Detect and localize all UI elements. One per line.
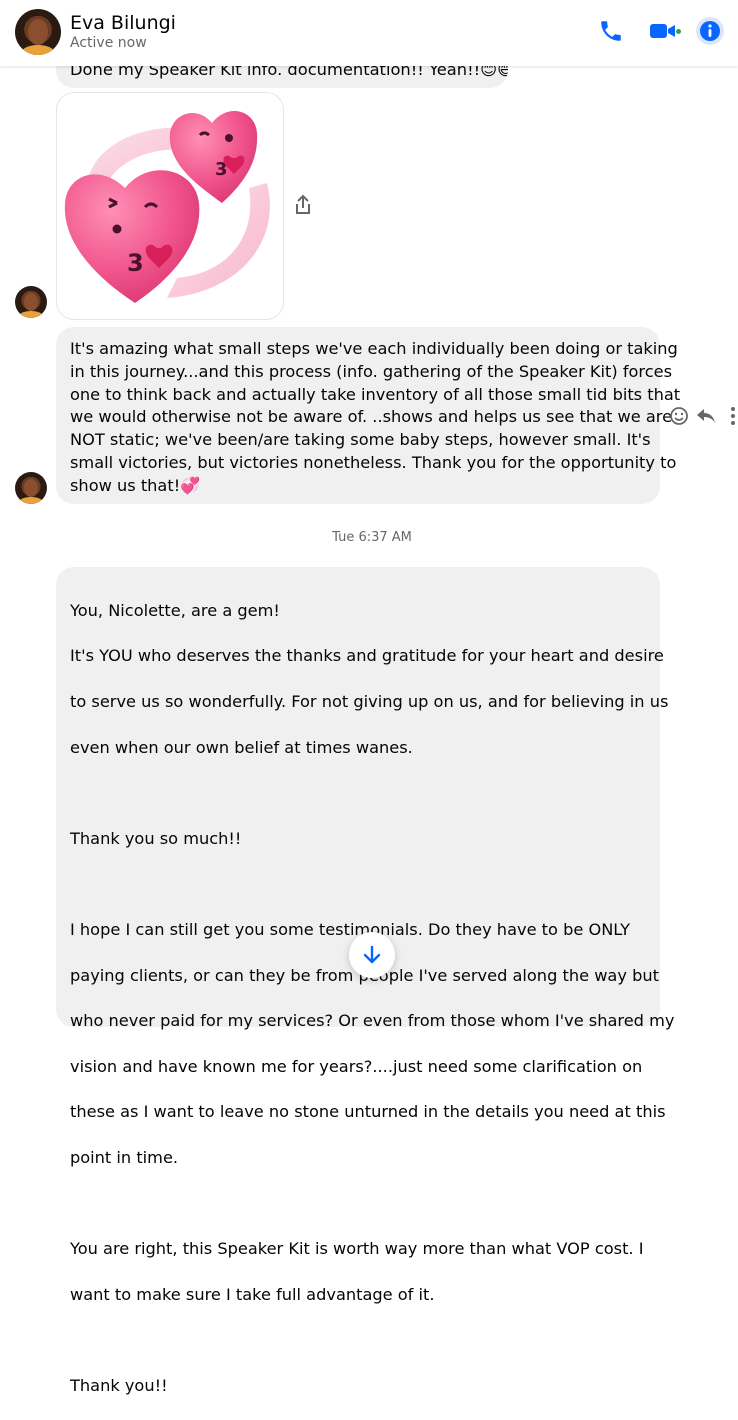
message-line: to serve us so wonderfully. For not givi…: [70, 691, 669, 711]
sender-avatar[interactable]: [15, 286, 47, 318]
message-line: [70, 1329, 654, 1352]
phone-icon[interactable]: [598, 18, 624, 44]
avatar-shirt: [19, 497, 43, 504]
message-text: You, Nicolette, are a gem! It's YOU who …: [70, 577, 675, 1420]
message-line: in this journey...and this process (info…: [70, 361, 673, 381]
message-line: You are right, this Speaker Kit is worth…: [70, 1239, 644, 1259]
kissing-hearts-sticker: 3 3: [64, 110, 270, 303]
message-line: one to think back and actually take inve…: [70, 384, 681, 404]
sticker-message[interactable]: 3 3: [56, 92, 284, 320]
active-video-indicator: [676, 29, 681, 34]
video-icon[interactable]: [648, 18, 678, 44]
message-line: show us that!💞: [70, 475, 201, 495]
avatar-face: [24, 479, 38, 497]
message-line: even when our own belief at times wanes.: [70, 737, 413, 757]
avatar-face: [28, 19, 48, 45]
message-line: NOT static; we've been/are taking some b…: [70, 430, 651, 450]
message-line: Thank you!!: [70, 1375, 168, 1395]
scroll-to-bottom-button[interactable]: [349, 932, 395, 978]
message-line: who never paid for my services? Or even …: [70, 1011, 675, 1031]
avatar-shirt: [19, 311, 43, 318]
message-line: It's YOU who deserves the thanks and gra…: [70, 646, 664, 666]
conversation-header: Eva Bilungi Active now: [0, 0, 738, 66]
avatar-face: [24, 293, 38, 311]
message-line: [70, 782, 654, 805]
message-line: [70, 1193, 654, 1216]
message-line: [70, 873, 654, 896]
message-line: we would otherwise not be aware of. ..sh…: [70, 407, 673, 427]
info-icon[interactable]: [696, 17, 724, 45]
message-line: Thank you so much!!: [70, 828, 242, 848]
message-timestamp: Tue 6:37 AM: [332, 530, 412, 545]
message-line: point in time.: [70, 1147, 179, 1167]
message-line: You, Nicolette, are a gem!: [70, 600, 280, 620]
info-glyph: [700, 21, 720, 41]
contact-status: Active now: [70, 35, 147, 51]
avatar-shirt: [21, 45, 55, 55]
contact-avatar[interactable]: [15, 9, 61, 55]
message-line: It's amazing what small steps we've each…: [70, 339, 678, 358]
sender-avatar[interactable]: [15, 472, 47, 504]
message-line: these as I want to leave no stone unturn…: [70, 1102, 666, 1122]
more-options-icon[interactable]: [729, 406, 737, 426]
react-smile-icon[interactable]: [669, 406, 689, 426]
message-line: want to make sure I take full advantage …: [70, 1284, 435, 1304]
message-bubble[interactable]: It's amazing what small steps we've each…: [56, 327, 681, 504]
arrow-down-icon: [363, 945, 381, 964]
message-text: It's amazing what small steps we've each…: [70, 338, 681, 498]
reply-icon[interactable]: [695, 407, 717, 425]
message-line: small victories, but victories nonethele…: [70, 452, 677, 472]
svg-text:3: 3: [127, 249, 144, 277]
contact-name[interactable]: Eva Bilungi: [70, 12, 176, 34]
message-line: vision and have known me for years?....j…: [70, 1056, 643, 1076]
share-icon[interactable]: [293, 194, 313, 216]
